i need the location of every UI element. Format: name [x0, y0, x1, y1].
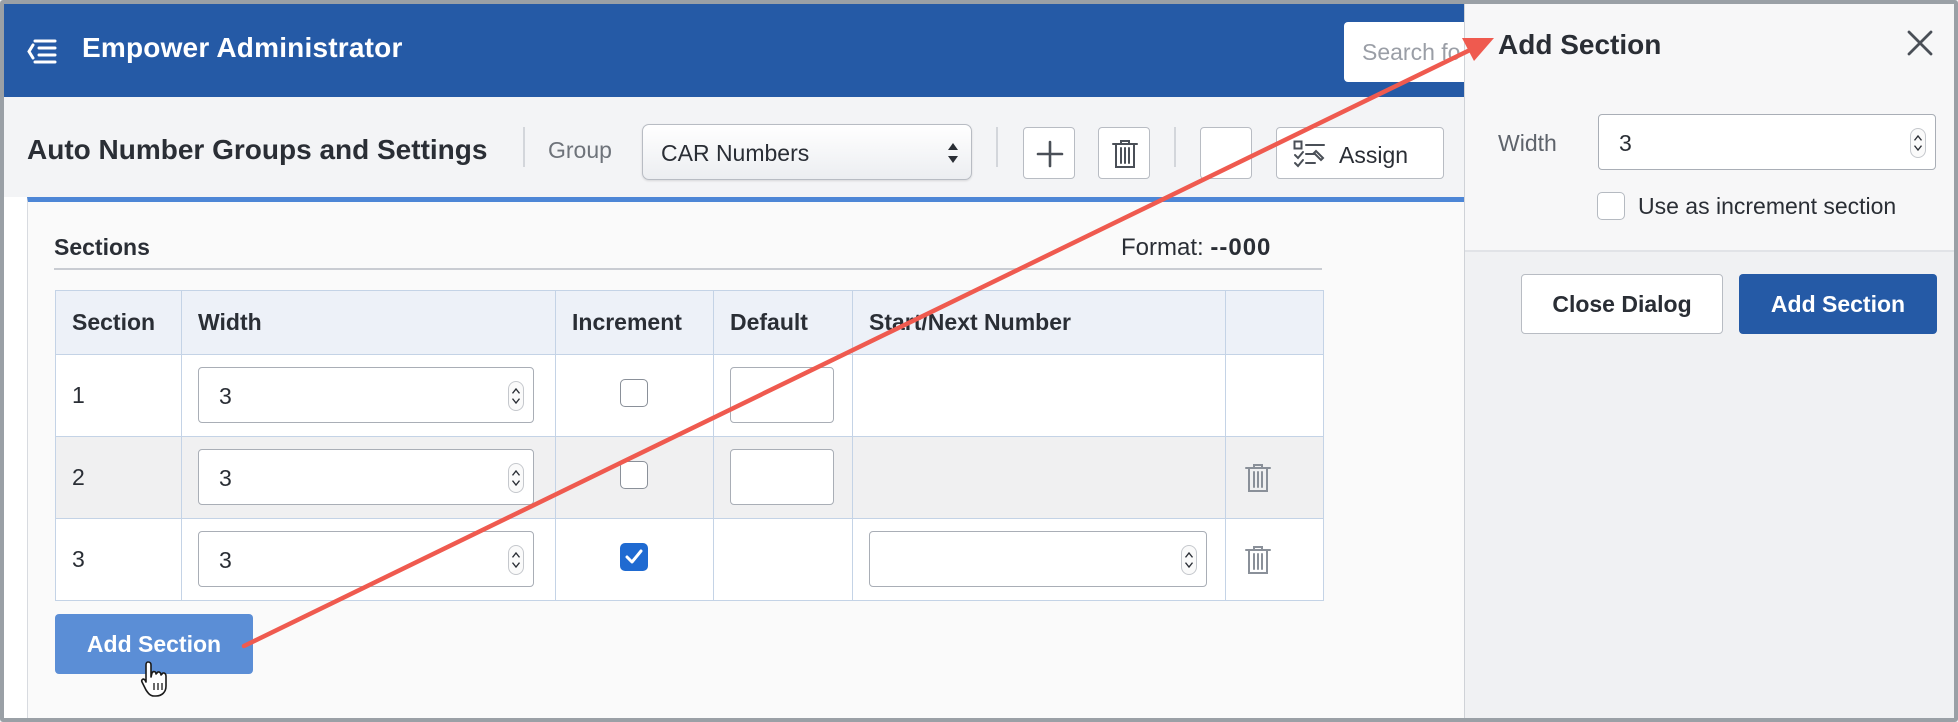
width-cell: 3 — [181, 436, 556, 519]
increment-cell — [555, 518, 714, 601]
spinner-icon[interactable] — [508, 463, 524, 493]
dialog-divider — [1465, 250, 1954, 252]
table-row: 1 3 — [55, 354, 1324, 437]
page-title: Auto Number Groups and Settings — [27, 134, 488, 165]
column-header-width: Width — [181, 290, 556, 355]
sections-table: Section Width Increment Default Start/Ne… — [55, 290, 1324, 601]
start-next-cell — [852, 436, 1226, 519]
trash-icon[interactable] — [1244, 545, 1272, 575]
section-number: 2 — [55, 436, 182, 519]
width-input[interactable]: 3 — [198, 449, 534, 505]
default-cell — [713, 436, 853, 519]
column-header-actions — [1225, 290, 1324, 355]
increment-checkbox[interactable] — [620, 461, 648, 489]
table-row: 3 3 — [55, 518, 1324, 601]
spinner-icon[interactable] — [508, 381, 524, 411]
add-section-button[interactable]: Add Section — [55, 614, 253, 674]
spinner-icon[interactable] — [1181, 545, 1197, 575]
increment-checkbox[interactable] — [620, 543, 648, 571]
group-select-value: CAR Numbers — [661, 140, 810, 166]
spinner-icon[interactable] — [1910, 128, 1926, 158]
width-value: 3 — [219, 465, 232, 491]
toolbar-blank-button[interactable] — [1200, 127, 1252, 179]
assign-button[interactable]: Assign — [1276, 127, 1444, 179]
sections-divider — [54, 268, 1322, 270]
actions-cell — [1225, 518, 1324, 601]
use-as-increment-label[interactable]: Use as increment section — [1638, 193, 1896, 220]
plus-icon — [1036, 140, 1064, 168]
default-cell — [713, 518, 853, 601]
sections-title: Sections — [54, 234, 150, 260]
column-header-start-next: Start/Next Number — [852, 290, 1226, 355]
increment-checkbox[interactable] — [620, 379, 648, 407]
add-section-dialog: Add Section Width 3 Use as increment sec… — [1464, 4, 1954, 718]
dialog-header: Add Section — [1465, 4, 1954, 90]
app-title: Empower Administrator — [82, 32, 403, 63]
dialog-add-section-button[interactable]: Add Section — [1739, 274, 1937, 334]
column-header-default: Default — [713, 290, 853, 355]
checklist-icon — [1293, 140, 1325, 168]
close-icon[interactable] — [1905, 28, 1935, 58]
delete-group-button[interactable] — [1098, 127, 1150, 179]
menu-icon[interactable] — [26, 37, 58, 65]
start-next-input[interactable] — [869, 531, 1207, 587]
width-value: 3 — [219, 383, 232, 409]
add-group-button[interactable] — [1023, 127, 1075, 179]
default-cell — [713, 354, 853, 437]
group-select[interactable]: CAR Numbers — [642, 124, 972, 180]
format-label: Format: — [1121, 234, 1204, 261]
column-header-section: Section — [55, 290, 182, 355]
width-value: 3 — [219, 547, 232, 573]
app-window: Empower Administrator Auto Number Groups… — [0, 0, 1958, 722]
default-input[interactable] — [730, 449, 834, 505]
width-cell: 3 — [181, 518, 556, 601]
group-label: Group — [548, 137, 612, 163]
dialog-body: Width 3 Use as increment section — [1465, 90, 1954, 250]
dialog-width-value: 3 — [1619, 130, 1632, 156]
section-number: 1 — [55, 354, 182, 437]
toolbar-divider — [523, 127, 525, 167]
start-next-cell — [852, 518, 1226, 601]
close-dialog-button[interactable]: Close Dialog — [1521, 274, 1723, 334]
checkmark-icon — [625, 549, 643, 564]
actions-cell — [1225, 354, 1324, 437]
section-number: 3 — [55, 518, 182, 601]
dialog-title: Add Section — [1498, 29, 1662, 60]
increment-cell — [555, 354, 714, 437]
toolbar-divider — [1174, 127, 1176, 167]
format-display: Format: --000 — [1121, 234, 1271, 262]
chevron-updown-icon — [948, 143, 958, 163]
increment-cell — [555, 436, 714, 519]
width-input[interactable]: 3 — [198, 531, 534, 587]
toolbar-divider — [996, 127, 998, 167]
column-header-increment: Increment — [555, 290, 714, 355]
width-label: Width — [1498, 130, 1557, 156]
spinner-icon[interactable] — [508, 545, 524, 575]
actions-cell — [1225, 436, 1324, 519]
trash-icon[interactable] — [1244, 463, 1272, 493]
start-next-cell — [852, 354, 1226, 437]
default-input[interactable] — [730, 367, 834, 423]
table-row: 2 3 — [55, 436, 1324, 519]
dialog-width-input[interactable]: 3 — [1598, 114, 1936, 170]
table-header-row: Section Width Increment Default Start/Ne… — [55, 290, 1324, 355]
sections-panel: Sections Format: --000 Section Width Inc… — [27, 197, 1547, 718]
width-input[interactable]: 3 — [198, 367, 534, 423]
width-cell: 3 — [181, 354, 556, 437]
format-value: --000 — [1210, 234, 1272, 261]
trash-icon — [1112, 140, 1138, 168]
use-as-increment-checkbox[interactable] — [1597, 192, 1625, 220]
assign-label: Assign — [1339, 142, 1409, 168]
